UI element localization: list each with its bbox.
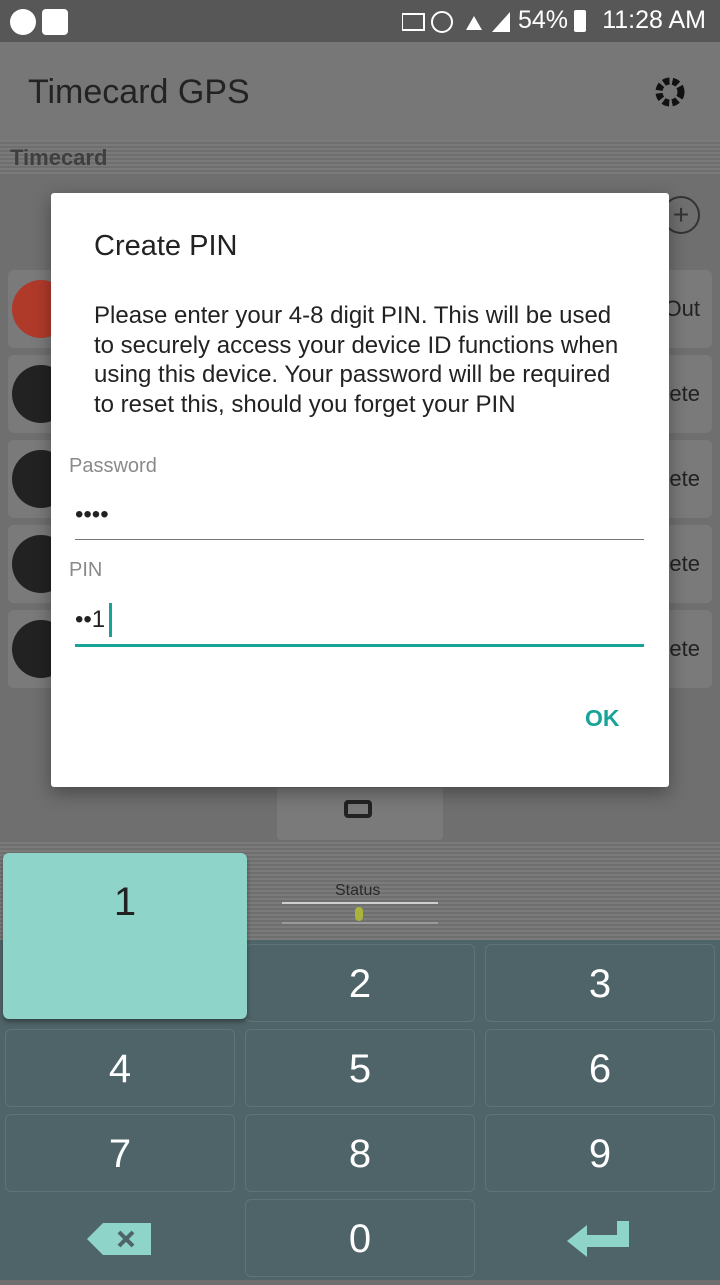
backspace-icon — [87, 1223, 151, 1255]
status-time: 11:28 AM — [602, 6, 706, 34]
text-cursor — [109, 603, 112, 637]
password-label: Password — [69, 455, 157, 477]
status-label: Status — [335, 882, 381, 899]
app-notification-icon — [10, 9, 36, 35]
key-4[interactable]: 4 — [5, 1029, 235, 1107]
row-label: Out — [664, 296, 700, 321]
divider — [282, 922, 438, 924]
key-0[interactable]: 0 — [245, 1199, 475, 1277]
key-6[interactable]: 6 — [485, 1029, 715, 1107]
stop-button[interactable] — [277, 788, 443, 840]
divider — [282, 902, 438, 904]
key-5[interactable]: 5 — [245, 1029, 475, 1107]
dialog-message: Please enter your 4-8 digit PIN. This wi… — [94, 302, 619, 418]
enter-key[interactable] — [485, 1199, 715, 1277]
battery-level: 54% — [517, 6, 568, 34]
row-label: ete — [669, 636, 700, 661]
key-7[interactable]: 7 — [5, 1114, 235, 1192]
ok-button[interactable]: OK — [585, 705, 620, 732]
section-title: Timecard — [10, 145, 108, 170]
gear-icon[interactable] — [652, 74, 688, 110]
app-title: Timecard GPS — [28, 73, 250, 111]
row-label: ete — [669, 551, 700, 576]
enter-icon — [567, 1221, 629, 1257]
pin-label: PIN — [69, 559, 103, 581]
create-pin-dialog: Create PIN Please enter your 4-8 digit P… — [51, 193, 669, 787]
row-label: ete — [669, 466, 700, 491]
key-1[interactable]: 1 — [3, 853, 247, 1019]
row-label: ete — [669, 381, 700, 406]
status-indicator-icon — [355, 907, 363, 921]
pin-input[interactable]: ••1 — [75, 606, 105, 634]
password-input[interactable]: •••• — [75, 501, 109, 529]
key-2[interactable]: 2 — [245, 944, 475, 1022]
status-bar: 54% 11:28 AM — [0, 0, 720, 42]
backspace-key[interactable] — [5, 1199, 235, 1277]
stop-icon — [344, 800, 372, 818]
dialog-title: Create PIN — [94, 230, 238, 262]
key-9[interactable]: 9 — [485, 1114, 715, 1192]
app-bar: Timecard GPS — [0, 42, 720, 140]
battery-icon — [574, 10, 586, 32]
key-3[interactable]: 3 — [485, 944, 715, 1022]
section-header: Timecard — [0, 140, 720, 174]
password-underline — [75, 539, 644, 540]
pin-underline — [75, 644, 644, 647]
key-8[interactable]: 8 — [245, 1114, 475, 1192]
clock-notification-icon — [42, 9, 68, 35]
signal-icons — [402, 11, 510, 33]
